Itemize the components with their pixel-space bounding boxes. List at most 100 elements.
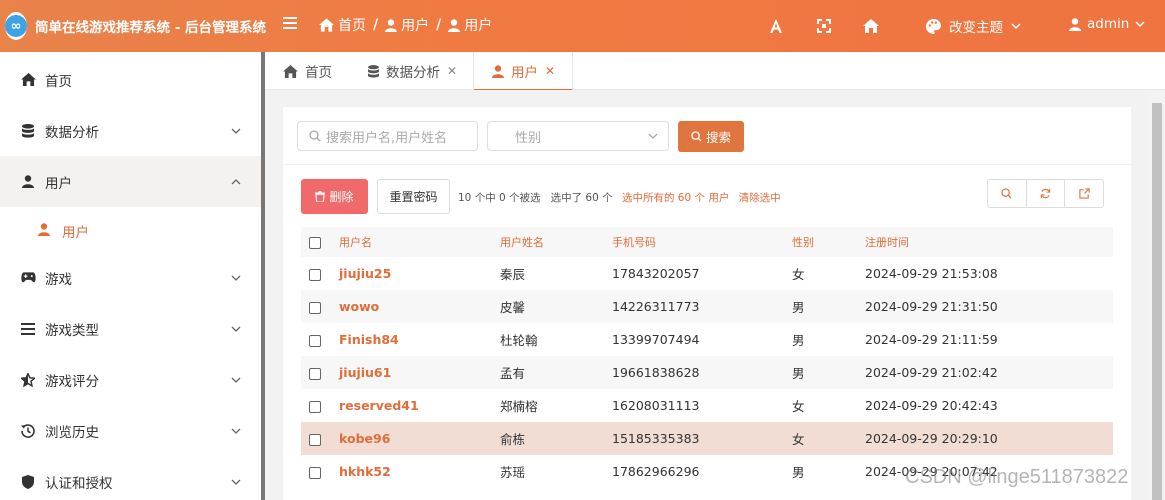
real-name: 苏瑶: [500, 465, 526, 480]
sidebar-item-auth[interactable]: 认证和授权: [0, 456, 262, 500]
export-icon[interactable]: [1065, 180, 1103, 207]
search-button-label: 搜索: [705, 130, 731, 145]
row-checkbox[interactable]: [309, 367, 321, 380]
theme-dropdown[interactable]: 改变主题: [926, 16, 1021, 36]
chevron-down-icon: [231, 128, 241, 134]
search-icon: [691, 131, 702, 142]
search-input[interactable]: 搜索用户名,用户姓名: [297, 121, 478, 151]
sidebar-item-users[interactable]: 用户: [0, 156, 262, 207]
real-name: 孟有: [500, 356, 612, 389]
logo: ∞: [5, 12, 27, 40]
sidebar-item-label: 数据分析: [45, 124, 99, 141]
selection-text: 10 个中 0 个被选 选中了 60 个: [458, 192, 613, 204]
registered-time: 2024-09-29 21:02:42: [865, 356, 1113, 389]
column-header-realname[interactable]: 用户姓名: [500, 227, 612, 257]
sidebar-item-label: 用户: [45, 175, 72, 192]
username-link[interactable]: hkhk52: [339, 455, 500, 488]
row-checkbox-cell: [301, 323, 339, 356]
gender: 男: [792, 465, 805, 480]
username-link[interactable]: kobe96: [339, 422, 500, 455]
close-icon[interactable]: ✕: [447, 64, 457, 78]
user-icon: [20, 174, 36, 190]
clear-selection-link[interactable]: 清除选中: [739, 192, 781, 204]
sidebar-item-history[interactable]: 浏览历史: [0, 405, 262, 456]
delete-button[interactable]: 删除: [301, 179, 368, 214]
sidebar: 首页 数据分析 用户 用户 游戏 游戏类型 游戏评分 浏览历史 认证和授权: [0, 52, 262, 500]
tab-home[interactable]: 首页: [283, 52, 332, 90]
username-link[interactable]: Finish84: [339, 323, 500, 356]
close-icon[interactable]: ✕: [545, 64, 555, 78]
table-row[interactable]: jiujiu61 孟有 19661838628 男 2024-09-29 21:…: [301, 356, 1113, 389]
table-row[interactable]: reserved41 郑楠榕 16208031113 女 2024-09-29 …: [301, 389, 1113, 422]
user-name: admin: [1087, 16, 1130, 32]
row-checkbox[interactable]: [309, 334, 321, 347]
gender-select[interactable]: 性别: [487, 121, 669, 151]
palette-icon: [926, 18, 941, 34]
fullscreen-icon[interactable]: [815, 17, 833, 35]
reset-password-button[interactable]: 重置密码: [377, 179, 450, 214]
sidebar-item-game-types[interactable]: 游戏类型: [0, 303, 262, 354]
search-button[interactable]: 搜索: [678, 121, 744, 152]
row-checkbox-cell: [301, 290, 339, 323]
chevron-down-icon: [231, 275, 241, 281]
sidebar-item-games[interactable]: 游戏: [0, 252, 262, 303]
table-row[interactable]: jiujiu25 秦辰 17843202057 女 2024-09-29 21:…: [301, 257, 1113, 290]
user-list-panel: 搜索用户名,用户姓名 性别 搜索 删除 重置密码 10 个中 0 个被选 选中了…: [283, 107, 1131, 500]
star-icon: [20, 372, 36, 388]
page-scrollbar-thumb[interactable]: [1152, 103, 1162, 500]
username-link[interactable]: jiujiu25: [339, 257, 500, 290]
column-header-gender[interactable]: 性别: [792, 227, 865, 257]
username-link[interactable]: wowo: [339, 290, 500, 323]
home-icon[interactable]: [862, 17, 880, 35]
select-all-checkbox-cell: [301, 227, 339, 257]
sidebar-item-game-ratings[interactable]: 游戏评分: [0, 354, 262, 405]
reset-password-label: 重置密码: [389, 190, 438, 204]
chevron-down-icon: [231, 377, 241, 383]
tab-bar: 首页 数据分析 ✕ 用户 ✕: [265, 52, 1165, 91]
column-header-phone[interactable]: 手机号码: [612, 227, 792, 257]
breadcrumb-user[interactable]: 用户: [385, 15, 429, 35]
row-checkbox[interactable]: [309, 433, 321, 446]
gender-placeholder: 性别: [515, 130, 542, 146]
table-row[interactable]: Finish84 杜轮翰 13399707494 男 2024-09-29 21…: [301, 323, 1113, 356]
sidebar-item-data-analysis[interactable]: 数据分析: [0, 105, 262, 156]
select-all-checkbox[interactable]: [309, 236, 321, 249]
table-tools: [987, 179, 1104, 208]
breadcrumb: 首页 / 用户 / 用户: [319, 15, 492, 35]
user-menu[interactable]: admin: [1069, 16, 1145, 32]
table-row[interactable]: wowo 皮馨 14226311773 男 2024-09-29 21:31:5…: [301, 290, 1113, 323]
username-link[interactable]: reserved41: [339, 389, 500, 422]
breadcrumb-label: 用户: [464, 18, 493, 34]
selection-info: 10 个中 0 个被选 选中了 60 个 选中所有的 60 个 用户 清除选中: [458, 190, 781, 205]
row-checkbox[interactable]: [309, 466, 321, 479]
phone-number: 14226311773: [612, 290, 792, 323]
breadcrumb-home[interactable]: 首页: [319, 15, 366, 35]
tab-data-analysis[interactable]: 数据分析 ✕: [368, 52, 457, 90]
home-icon: [283, 64, 298, 78]
column-header-registered[interactable]: 注册时间: [865, 227, 1113, 257]
row-checkbox[interactable]: [309, 301, 321, 314]
table-row-hovered[interactable]: kobe96 俞栋 15185335383 女 2024-09-29 20:29…: [301, 422, 1113, 455]
row-checkbox[interactable]: [309, 400, 321, 413]
list-icon: [20, 321, 36, 337]
sidebar-subitem-users[interactable]: 用户: [0, 207, 262, 255]
history-icon: [20, 423, 36, 439]
select-all-link[interactable]: 选中所有的 60 个 用户: [622, 192, 729, 204]
logo-area[interactable]: ∞ 简单在线游戏推荐系统 - 后台管理系统: [0, 0, 266, 52]
column-header-username[interactable]: 用户名: [339, 227, 500, 257]
refresh-icon[interactable]: [1027, 180, 1066, 207]
breadcrumb-label: 首页: [338, 18, 366, 34]
menu-toggle-icon[interactable]: [283, 17, 297, 31]
delete-label: 删除: [329, 190, 354, 204]
tab-users[interactable]: 用户 ✕: [473, 52, 573, 91]
row-checkbox[interactable]: [309, 268, 321, 281]
username-link[interactable]: jiujiu61: [339, 356, 500, 389]
font-size-icon[interactable]: [767, 17, 785, 35]
user-icon: [385, 18, 398, 32]
gender: 男: [792, 356, 865, 389]
watermark: CSDN @linge511873822: [905, 466, 1129, 488]
real-name: 杜轮翰: [500, 333, 538, 348]
search-icon[interactable]: [988, 180, 1027, 207]
chevron-down-icon: [231, 326, 241, 332]
sidebar-item-home[interactable]: 首页: [0, 54, 262, 105]
